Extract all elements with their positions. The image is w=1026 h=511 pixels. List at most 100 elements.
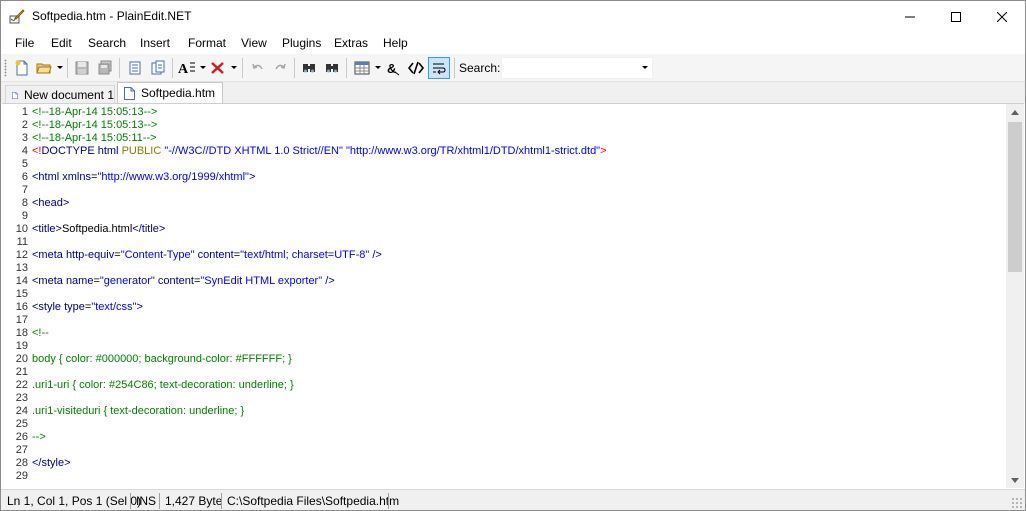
code-line[interactable]: 12 <meta http-equiv="Content-Type" conten… xyxy=(2,249,1006,262)
delete-dropdown-arrow[interactable] xyxy=(231,66,237,69)
line-content: <!--18-Apr-14 15:05:13--> xyxy=(32,106,157,119)
vertical-scrollbar[interactable] xyxy=(1006,104,1024,488)
new-file-icon xyxy=(15,60,28,76)
open-dropdown-arrow[interactable] xyxy=(57,66,63,69)
open-button[interactable] xyxy=(33,57,55,79)
code-line[interactable]: 23 xyxy=(2,392,1006,405)
menu-insert[interactable]: Insert xyxy=(140,36,170,50)
table-button[interactable] xyxy=(351,57,373,79)
toolbar-separator xyxy=(242,58,243,78)
code-line[interactable]: 3 <!--18-Apr-14 15:05:11--> xyxy=(2,132,1006,145)
find-icon xyxy=(303,64,315,73)
code-line[interactable]: 28 </style> xyxy=(2,457,1006,470)
find-button[interactable] xyxy=(298,57,320,79)
menu-plugins[interactable]: Plugins xyxy=(282,36,321,50)
menu-file[interactable]: File xyxy=(15,36,34,50)
code-line[interactable]: 22 .uri1-uri { color: #254C86; text-decor… xyxy=(2,379,1006,392)
line-content: .uri1-uri { color: #254C86; text-decorat… xyxy=(32,379,294,392)
minimize-button[interactable] xyxy=(887,1,933,32)
code-line[interactable]: 21 xyxy=(2,366,1006,379)
line-number: 1 xyxy=(21,106,28,118)
code-line[interactable]: 24 .uri1-visiteduri { text-decoration: un… xyxy=(2,405,1006,418)
menu-search[interactable]: Search xyxy=(88,36,126,50)
code-line[interactable]: 19 xyxy=(2,340,1006,353)
menu-extras[interactable]: Extras xyxy=(334,36,368,50)
resize-grip[interactable] xyxy=(1011,497,1023,509)
code-token: "generator" xyxy=(99,275,158,287)
find-next-button[interactable] xyxy=(321,57,343,79)
code-token: "text/html; charset=UTF-8" xyxy=(240,249,373,261)
code-token: <!--18-Apr-14 15:05:13--> xyxy=(32,119,158,131)
search-dropdown-arrow[interactable] xyxy=(642,66,648,69)
code-line[interactable]: 25 xyxy=(2,418,1006,431)
code-token: type xyxy=(64,301,85,313)
menu-format[interactable]: Format xyxy=(188,36,226,50)
search-input[interactable] xyxy=(501,57,653,79)
menu-edit[interactable]: Edit xyxy=(51,36,72,50)
code-line[interactable]: 15 xyxy=(2,288,1006,301)
code-line[interactable]: 6 <html xmlns="http://www.w3.org/1999/xht… xyxy=(2,171,1006,184)
redo-button[interactable] xyxy=(269,57,291,79)
tag-button[interactable] xyxy=(405,57,427,79)
save-button[interactable] xyxy=(71,57,93,79)
code-line[interactable]: 18 <!-- xyxy=(2,327,1006,340)
code-line[interactable]: 13 xyxy=(2,262,1006,275)
code-line[interactable]: 1 <!--18-Apr-14 15:05:13--> xyxy=(2,106,1006,119)
search-label: Search: xyxy=(459,61,501,75)
code-line[interactable]: 20 body { color: #000000; background-colo… xyxy=(2,353,1006,366)
window-title: Softpedia.htm - PlainEdit.NET xyxy=(32,9,192,23)
special-chars-button[interactable]: & xyxy=(382,57,404,79)
code-line[interactable]: 29 xyxy=(2,470,1006,483)
file-path: C:\Softpedia Files\Softpedia.htm xyxy=(227,494,400,508)
word-wrap-toggle[interactable] xyxy=(428,57,450,79)
line-number: 10 xyxy=(15,223,28,235)
code-line[interactable]: 8 <head> xyxy=(2,197,1006,210)
code-token: "-//W3C//DTD XHTML 1.0 Strict//EN" "http… xyxy=(164,145,601,157)
delete-button[interactable] xyxy=(207,57,229,79)
scroll-down-button[interactable] xyxy=(1006,472,1024,488)
code-line[interactable]: 4 <!DOCTYPE html PUBLIC "-//W3C//DTD XHTM… xyxy=(2,145,1006,158)
special-chars-icon: & xyxy=(387,61,400,76)
code-line[interactable]: 11 xyxy=(2,236,1006,249)
code-line[interactable]: 2 <!--18-Apr-14 15:05:13--> xyxy=(2,119,1006,132)
code-editor[interactable]: 1 <!--18-Apr-14 15:05:13--> 2 <!--18-Apr-14… xyxy=(2,103,1024,488)
maximize-button[interactable] xyxy=(933,1,979,32)
code-line[interactable]: 26 --> xyxy=(2,431,1006,444)
line-number: 29 xyxy=(15,470,28,482)
scroll-up-button[interactable] xyxy=(1006,104,1024,121)
font-button[interactable]: A xyxy=(176,57,198,79)
code-token: > xyxy=(600,145,607,157)
font-dropdown-arrow[interactable] xyxy=(200,66,206,69)
code-token: --> xyxy=(32,431,46,443)
close-button[interactable] xyxy=(979,1,1025,32)
code-token: /> xyxy=(325,275,335,287)
menu-view[interactable]: View xyxy=(241,36,267,50)
line-content: <!--18-Apr-14 15:05:13--> xyxy=(32,119,157,132)
code-line[interactable]: 16 <style type="text/css"> xyxy=(2,301,1006,314)
save-all-icon xyxy=(98,60,112,75)
undo-button[interactable] xyxy=(247,57,269,79)
tab-new-document-1[interactable]: New document 1 xyxy=(5,85,115,104)
toolbar-grip[interactable] xyxy=(4,59,7,77)
paste-document-button[interactable] xyxy=(147,57,169,79)
line-content: <title>Softpedia.html</title> xyxy=(32,223,165,236)
code-line[interactable]: 9 xyxy=(2,210,1006,223)
tab-softpedia-htm[interactable]: Softpedia.htm xyxy=(117,82,223,103)
code-line[interactable]: 14 <meta name="generator" content="SynEdi… xyxy=(2,275,1006,288)
tab-label: Softpedia.htm xyxy=(141,86,216,100)
new-file-button[interactable] xyxy=(11,57,33,79)
code-line[interactable]: 27 xyxy=(2,444,1006,457)
table-dropdown-arrow[interactable] xyxy=(375,66,381,69)
code-line[interactable]: 5 xyxy=(2,158,1006,171)
copy-document-button[interactable] xyxy=(124,57,146,79)
save-all-button[interactable] xyxy=(94,57,116,79)
scrollbar-thumb[interactable] xyxy=(1008,122,1022,272)
code-line[interactable]: 17 xyxy=(2,314,1006,327)
menu-help[interactable]: Help xyxy=(383,36,408,50)
code-token: /> xyxy=(372,249,382,261)
code-line[interactable]: 10 <title>Softpedia.html</title> xyxy=(2,223,1006,236)
code-token: content xyxy=(157,275,194,287)
code-line[interactable]: 7 xyxy=(2,184,1006,197)
line-number: 7 xyxy=(21,184,28,196)
code-token: <title> xyxy=(32,223,62,235)
